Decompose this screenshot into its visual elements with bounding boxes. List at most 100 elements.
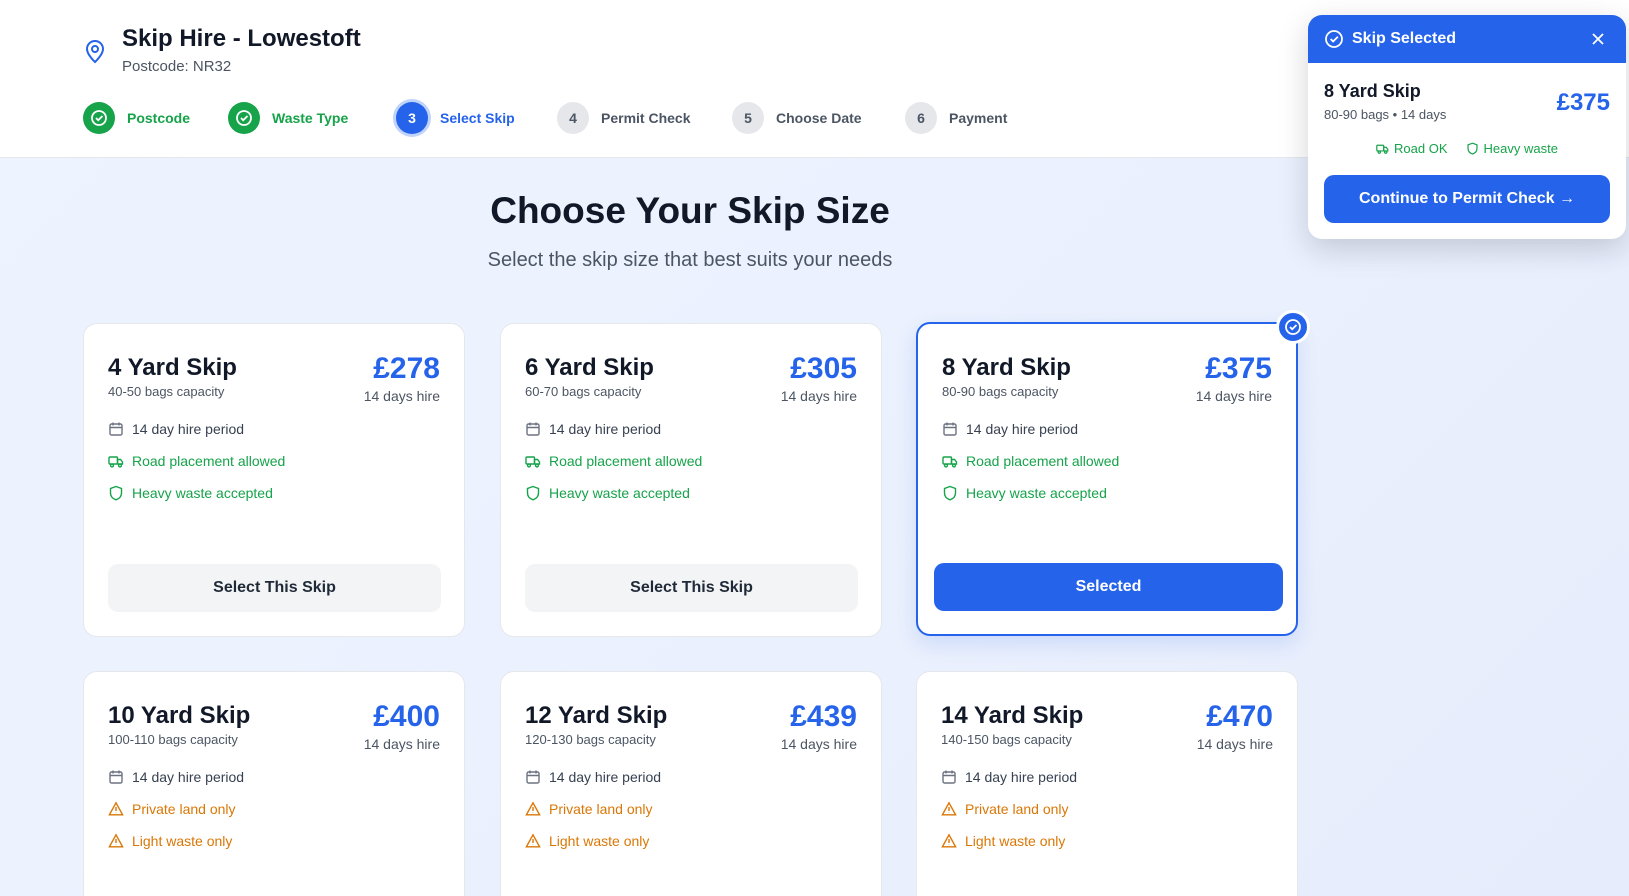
feature-text: Road placement allowed bbox=[132, 453, 286, 469]
toast-title: Skip Selected bbox=[1352, 30, 1457, 47]
selected-check-icon bbox=[1276, 310, 1310, 344]
page-title: Skip Hire - Lowestoft bbox=[122, 25, 361, 52]
feature-text: Private land only bbox=[132, 801, 236, 817]
continue-permit-check-button[interactable]: Continue to Permit Check → bbox=[1324, 175, 1610, 223]
skip-capacity: 80-90 bags capacity bbox=[942, 384, 1059, 399]
feature-text: 14 day hire period bbox=[132, 421, 245, 437]
skip-card-12-yard[interactable]: 12 Yard Skip 120-130 bags capacity £439 … bbox=[500, 671, 882, 896]
step-label: Payment bbox=[949, 110, 1008, 126]
feature-text: 14 day hire period bbox=[965, 769, 1078, 785]
step-payment[interactable]: 6 Payment bbox=[905, 101, 1007, 135]
skip-card-14-yard[interactable]: 14 Yard Skip 140-150 bags capacity £470 … bbox=[916, 671, 1298, 896]
skip-hire-duration: 14 days hire bbox=[363, 388, 440, 404]
skip-capacity: 40-50 bags capacity bbox=[108, 384, 225, 399]
select-skip-button[interactable]: Select This Skip bbox=[108, 564, 441, 612]
step-label: Postcode bbox=[127, 110, 191, 126]
skip-hire-duration: 14 days hire bbox=[363, 736, 440, 752]
truck-icon bbox=[1376, 144, 1389, 154]
step-choose-date[interactable]: 5 Choose Date bbox=[732, 101, 862, 135]
select-skip-button[interactable]: Select This Skip bbox=[525, 564, 858, 612]
warning-triangle-icon bbox=[525, 801, 541, 816]
toast-tags: Road OK Heavy waste bbox=[1308, 141, 1626, 156]
tag-heavy-waste: Heavy waste bbox=[1466, 141, 1558, 156]
skip-price: £470 bbox=[1206, 700, 1273, 733]
feature-text: 14 day hire period bbox=[549, 421, 662, 437]
feature-waste: Light waste only bbox=[941, 833, 1065, 849]
feature-waste: Light waste only bbox=[108, 833, 232, 849]
skip-price: £375 bbox=[1205, 352, 1272, 385]
feature-text: 14 day hire period bbox=[966, 421, 1079, 437]
check-circle-icon bbox=[1325, 30, 1343, 48]
calendar-icon bbox=[109, 770, 123, 784]
feature-text: Light waste only bbox=[549, 833, 650, 849]
shield-icon bbox=[109, 485, 123, 501]
skip-hire-duration: 14 days hire bbox=[780, 736, 857, 752]
step-waste-type[interactable]: Waste Type bbox=[228, 101, 348, 135]
skip-hire-duration: 14 days hire bbox=[1196, 736, 1273, 752]
step-permit-check[interactable]: 4 Permit Check bbox=[557, 101, 690, 135]
feature-text: Heavy waste accepted bbox=[966, 485, 1107, 501]
step-number: 6 bbox=[905, 102, 937, 134]
truck-icon bbox=[525, 456, 541, 468]
skip-name: 6 Yard Skip bbox=[525, 354, 654, 381]
skip-capacity: 140-150 bags capacity bbox=[941, 732, 1072, 747]
truck-icon bbox=[108, 456, 124, 468]
shield-icon bbox=[1466, 142, 1478, 155]
skip-card-8-yard[interactable]: 8 Yard Skip 80-90 bags capacity £375 14 … bbox=[916, 310, 1310, 636]
tag-text: Heavy waste bbox=[1483, 141, 1558, 156]
step-number: 5 bbox=[732, 102, 764, 134]
skip-name: 14 Yard Skip bbox=[941, 702, 1084, 729]
step-label: Waste Type bbox=[272, 110, 349, 126]
toast-skip-price: £375 bbox=[1556, 89, 1610, 116]
feature-hire-period: 14 day hire period bbox=[525, 421, 661, 437]
feature-placement: Private land only bbox=[108, 801, 236, 817]
step-select-skip[interactable]: 3 Select Skip bbox=[396, 101, 515, 135]
toast-header: Skip Selected bbox=[1308, 15, 1626, 63]
toast-skip-name: 8 Yard Skip bbox=[1324, 81, 1421, 101]
tag-text: Road OK bbox=[1394, 141, 1448, 156]
feature-waste: Heavy waste accepted bbox=[525, 485, 690, 501]
skip-price: £400 bbox=[373, 700, 440, 733]
skip-card-4-yard[interactable]: 4 Yard Skip 40-50 bags capacity £278 14 … bbox=[83, 323, 465, 637]
check-circle-icon bbox=[83, 102, 115, 134]
warning-triangle-icon bbox=[108, 801, 124, 816]
close-icon[interactable] bbox=[1586, 27, 1610, 51]
feature-text: Private land only bbox=[549, 801, 653, 817]
selected-button[interactable]: Selected bbox=[934, 563, 1283, 611]
step-number: 4 bbox=[557, 102, 589, 134]
feature-placement: Private land only bbox=[941, 801, 1069, 817]
section-subheading: Select the skip size that best suits you… bbox=[487, 249, 893, 271]
skip-name: 10 Yard Skip bbox=[108, 702, 251, 729]
feature-text: Light waste only bbox=[132, 833, 233, 849]
map-pin-icon bbox=[85, 40, 105, 64]
skip-capacity: 100-110 bags capacity bbox=[108, 732, 238, 747]
feature-text: 14 day hire period bbox=[132, 769, 245, 785]
skip-name: 12 Yard Skip bbox=[525, 702, 668, 729]
feature-hire-period: 14 day hire period bbox=[108, 421, 244, 437]
feature-waste: Light waste only bbox=[525, 833, 649, 849]
calendar-icon bbox=[526, 770, 540, 784]
skip-price: £305 bbox=[790, 352, 857, 385]
shield-icon bbox=[526, 485, 540, 501]
skip-capacity: 60-70 bags capacity bbox=[525, 384, 642, 399]
step-label: Choose Date bbox=[776, 110, 862, 126]
feature-hire-period: 14 day hire period bbox=[525, 769, 661, 785]
tag-road-ok: Road OK bbox=[1376, 141, 1448, 156]
calendar-icon bbox=[942, 770, 956, 784]
feature-text: Light waste only bbox=[965, 833, 1066, 849]
check-circle-icon bbox=[228, 102, 260, 134]
postcode-label: Postcode: NR32 bbox=[122, 58, 232, 75]
feature-placement: Private land only bbox=[525, 801, 653, 817]
feature-hire-period: 14 day hire period bbox=[108, 769, 244, 785]
warning-triangle-icon bbox=[108, 833, 124, 848]
feature-text: Heavy waste accepted bbox=[132, 485, 273, 501]
skip-name: 4 Yard Skip bbox=[108, 354, 237, 381]
skip-hire-duration: 14 days hire bbox=[1195, 388, 1272, 404]
calendar-icon bbox=[526, 422, 540, 436]
step-postcode[interactable]: Postcode bbox=[83, 101, 190, 135]
feature-hire-period: 14 day hire period bbox=[942, 421, 1078, 437]
skip-card-10-yard[interactable]: 10 Yard Skip 100-110 bags capacity £400 … bbox=[83, 671, 465, 896]
skip-hire-duration: 14 days hire bbox=[780, 388, 857, 404]
step-label: Select Skip bbox=[440, 110, 515, 126]
skip-card-6-yard[interactable]: 6 Yard Skip 60-70 bags capacity £305 14 … bbox=[500, 323, 882, 637]
